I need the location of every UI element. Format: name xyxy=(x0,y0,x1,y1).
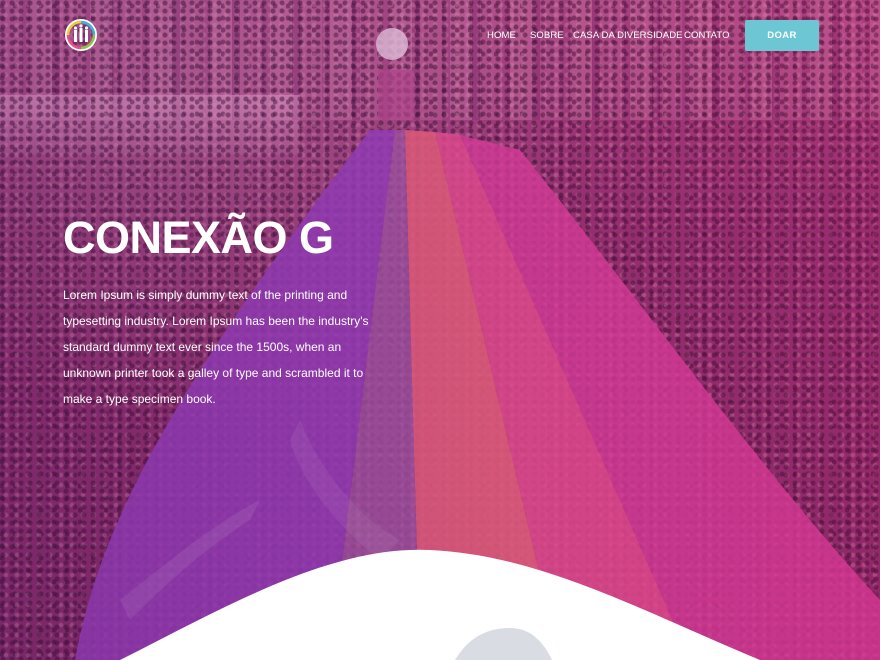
nav-sobre-link[interactable]: SOBRE xyxy=(530,30,564,41)
donate-button[interactable]: DOAR xyxy=(745,20,819,51)
nav-casa-da-diversidade-link[interactable]: CASA DA DIVERSIDADE xyxy=(573,30,683,41)
nav-home-link[interactable]: HOME xyxy=(487,30,516,41)
hero-description: Lorem Ipsum is simply dummy text of the … xyxy=(63,288,369,406)
section-wave-divider xyxy=(120,549,760,660)
page-title: CONEXÃO G xyxy=(63,212,334,263)
nav-contato-link[interactable]: CONTATO xyxy=(684,30,730,41)
